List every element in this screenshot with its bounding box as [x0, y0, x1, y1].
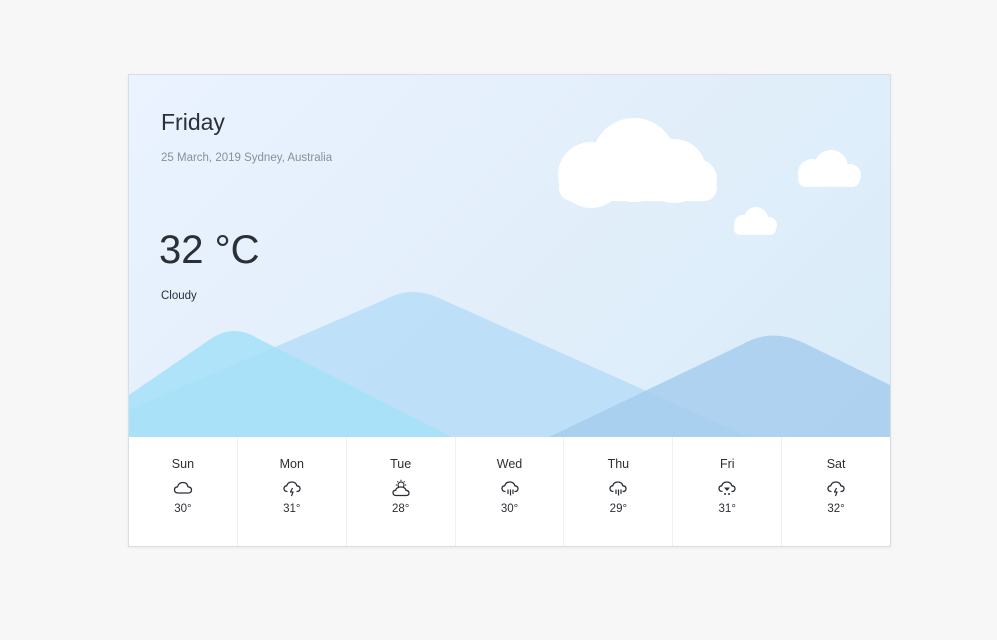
- forecast-day-wed[interactable]: Wed 30°: [456, 437, 565, 546]
- forecast-day-fri[interactable]: Fri 31°: [673, 437, 783, 546]
- forecast-day-name: Mon: [279, 457, 304, 471]
- cloud-icon: [173, 481, 193, 494]
- forecast-temp: 32°: [827, 503, 845, 515]
- cloud-tiny: [734, 207, 777, 235]
- forecast-temp: 30°: [500, 503, 519, 515]
- forecast-day-sun[interactable]: Sun 30°: [129, 437, 238, 546]
- forecast-temp: 28°: [391, 503, 410, 515]
- current-day: Friday: [161, 109, 225, 135]
- cloud-rain-icon: [500, 481, 519, 496]
- current-condition: Cloudy: [161, 290, 197, 302]
- forecast-day-sat[interactable]: Sat 32°: [782, 437, 890, 546]
- forecast-day-mon[interactable]: Mon 31°: [238, 437, 347, 546]
- cloud-lightning-icon: [283, 481, 301, 497]
- forecast-day-name: Thu: [607, 457, 630, 471]
- weekly-forecast: Sun 30° Mon 31° Tue 28° Wed 30° Thu 29° …: [129, 437, 890, 546]
- weather-card: Friday 25 March, 2019 Sydney, Australia …: [128, 74, 891, 547]
- forecast-temp: 30°: [174, 503, 192, 515]
- date-location: 25 March, 2019 Sydney, Australia: [161, 152, 333, 164]
- cloud-sun-icon: [391, 479, 410, 497]
- cloud-small-right: [798, 150, 861, 187]
- forecast-day-name: Sat: [826, 457, 846, 471]
- cloud-large: [558, 118, 717, 208]
- forecast-day-name: Wed: [496, 457, 523, 471]
- forecast-day-tue[interactable]: Tue 28°: [347, 437, 456, 546]
- cloud-hail-icon: [718, 481, 736, 495]
- cloud-rain-icon: [609, 481, 628, 496]
- current-temperature: 32 °C: [159, 228, 260, 272]
- forecast-day-thu[interactable]: Thu 29°: [564, 437, 674, 546]
- cloud-lightning-icon: [827, 481, 845, 497]
- forecast-day-name: Sun: [171, 457, 195, 471]
- forecast-day-name: Fri: [719, 457, 735, 471]
- forecast-temp: 31°: [283, 503, 301, 515]
- forecast-temp: 31°: [718, 503, 736, 515]
- forecast-day-name: Tue: [390, 457, 412, 471]
- forecast-temp: 29°: [609, 503, 628, 515]
- weather-hero: Friday 25 March, 2019 Sydney, Australia …: [129, 75, 890, 437]
